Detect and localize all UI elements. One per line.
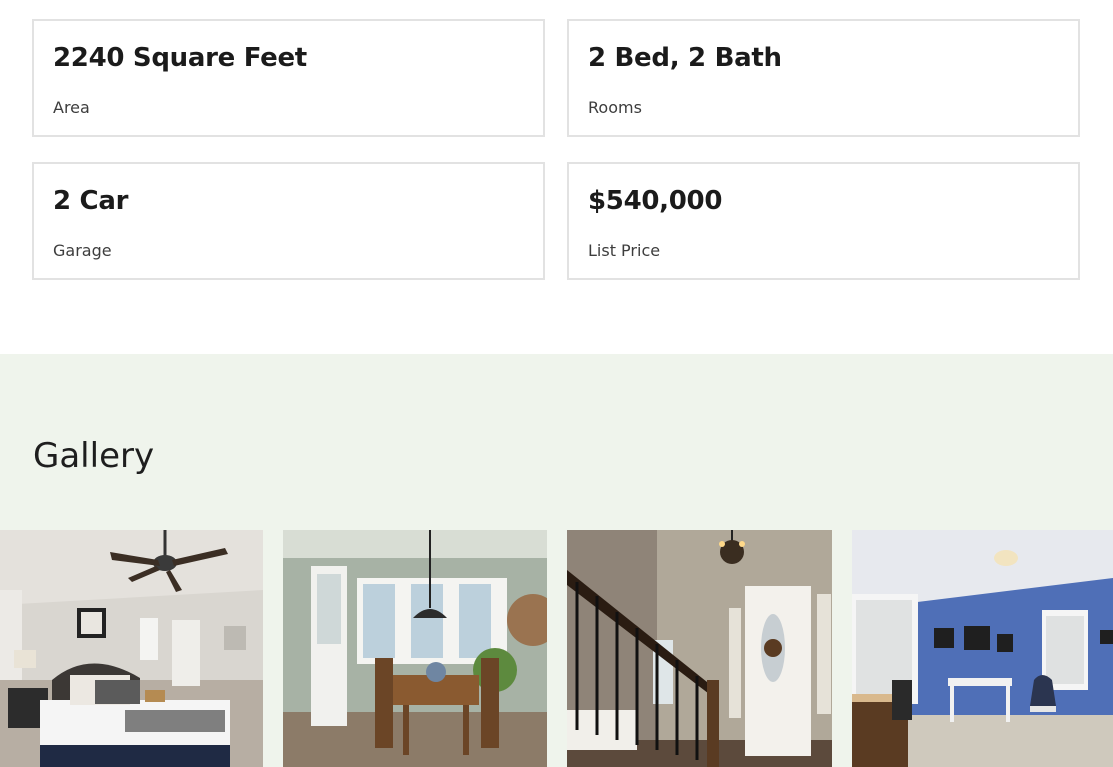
fact-label: Area	[53, 98, 90, 117]
property-facts-section: 2240 Square Feet Area 2 Bed, 2 Bath Room…	[0, 0, 1113, 354]
fact-label: Garage	[53, 241, 112, 260]
fact-value: 2240 Square Feet	[53, 43, 307, 73]
entry-foyer-photo[interactable]	[567, 530, 832, 767]
fact-value: 2 Car	[53, 186, 129, 216]
fact-label: Rooms	[588, 98, 642, 117]
fact-card-garage: 2 Car Garage	[32, 162, 545, 280]
fact-value: 2 Bed, 2 Bath	[588, 43, 782, 73]
fact-label: List Price	[588, 241, 661, 260]
gallery-section: Gallery	[0, 354, 1113, 767]
fact-card-area: 2240 Square Feet Area	[32, 19, 545, 137]
fact-value: $540,000	[588, 186, 723, 216]
bedroom-photo[interactable]	[0, 530, 263, 767]
office-photo[interactable]	[852, 530, 1113, 767]
gallery-title: Gallery	[33, 436, 155, 476]
dining-nook-photo[interactable]	[283, 530, 547, 767]
fact-card-list-price: $540,000 List Price	[567, 162, 1080, 280]
fact-card-rooms: 2 Bed, 2 Bath Rooms	[567, 19, 1080, 137]
